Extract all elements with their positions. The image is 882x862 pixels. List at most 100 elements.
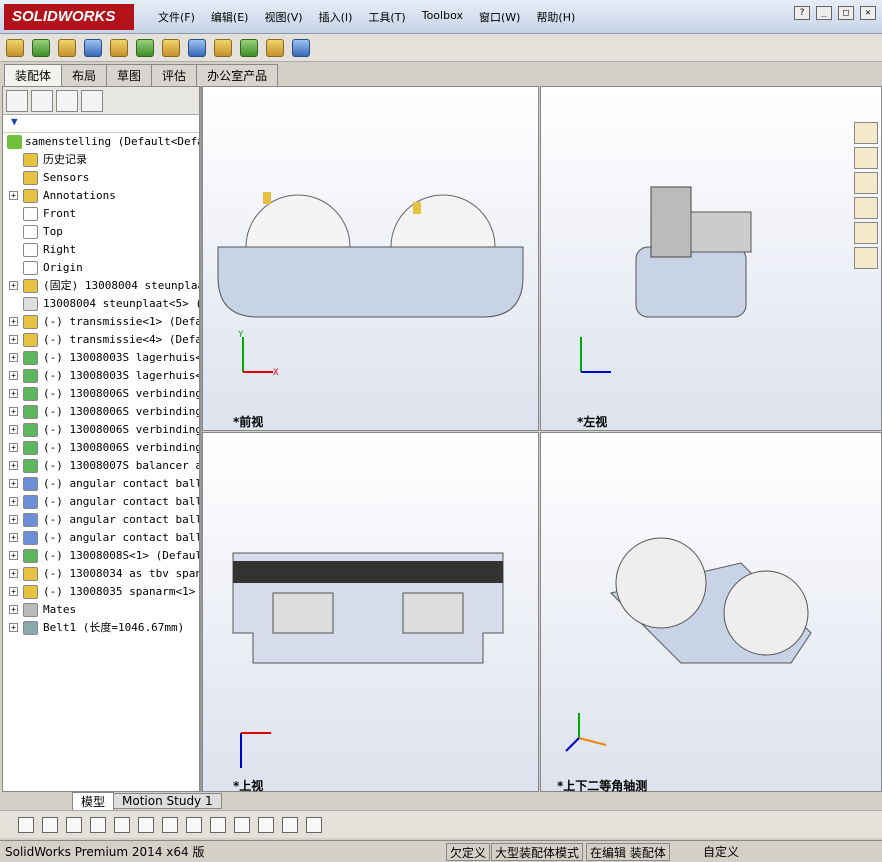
move-component-icon[interactable] <box>110 38 128 57</box>
viewport-top[interactable]: *上视 <box>202 432 539 793</box>
circle-icon[interactable] <box>66 816 82 833</box>
spline-icon[interactable] <box>186 816 202 833</box>
exploded-view-icon[interactable] <box>266 38 284 57</box>
expand-icon[interactable]: + <box>9 317 18 326</box>
tree-item[interactable]: Right <box>3 241 199 259</box>
status-custom[interactable]: 自定义 <box>700 843 743 861</box>
expand-icon[interactable]: + <box>9 587 18 596</box>
display-manager-tab[interactable] <box>81 90 103 112</box>
show-hidden-icon[interactable] <box>136 38 154 57</box>
tree-item[interactable]: + (-) angular contact ball b <box>3 475 199 493</box>
appearances-icon[interactable] <box>854 222 878 244</box>
tree-item[interactable]: Sensors <box>3 169 199 187</box>
tree-item[interactable]: + (-) 13008006S verbindingst <box>3 439 199 457</box>
tab-layout[interactable]: 布局 <box>61 64 108 87</box>
minimize-button[interactable]: _ <box>816 6 832 20</box>
tree-item[interactable]: + (-) 13008003S lagerhuis<2> <box>3 367 199 385</box>
design-library-icon[interactable] <box>854 147 878 169</box>
solidworks-resources-icon[interactable] <box>854 122 878 144</box>
tab-model[interactable]: 模型 <box>72 791 115 811</box>
tree-item[interactable]: + (-) angular contact ball b <box>3 493 199 511</box>
tree-item[interactable]: + (-) 13008003S lagerhuis<1> <box>3 349 199 367</box>
expand-icon[interactable]: + <box>9 623 18 632</box>
insert-component-icon[interactable] <box>6 38 24 57</box>
feature-manager-tab[interactable] <box>6 90 28 112</box>
viewport-left[interactable]: *左视 <box>540 86 882 431</box>
expand-icon[interactable]: + <box>9 605 18 614</box>
warning-icon[interactable] <box>18 816 34 833</box>
new-motion-study-icon[interactable] <box>214 38 232 57</box>
tab-assembly[interactable]: 装配体 <box>4 64 63 87</box>
expand-icon[interactable]: + <box>9 533 18 542</box>
mate-icon[interactable] <box>32 38 50 57</box>
expand-icon[interactable]: + <box>9 335 18 344</box>
tree-item[interactable]: + (-) angular contact ball b <box>3 529 199 547</box>
tree-item[interactable]: + (固定) 13008004 steunplaat <box>3 277 199 295</box>
tree-item[interactable]: + Annotations <box>3 187 199 205</box>
expand-icon[interactable]: + <box>9 479 18 488</box>
menu-tools[interactable]: 工具(T) <box>360 9 413 25</box>
filter-icon[interactable]: ▼ <box>3 115 199 133</box>
expand-icon[interactable]: + <box>9 515 18 524</box>
grid-icon[interactable] <box>234 816 250 833</box>
help-icon[interactable]: ? <box>794 6 810 20</box>
tree-item[interactable]: + (-) transmissie<4> (Defaul <box>3 331 199 349</box>
tree-item[interactable]: Origin <box>3 259 199 277</box>
tree-item[interactable]: + (-) angular contact ball b <box>3 511 199 529</box>
expand-icon[interactable]: + <box>9 281 18 290</box>
menu-edit[interactable]: 编辑(E) <box>203 9 257 25</box>
file-explorer-icon[interactable] <box>854 172 878 194</box>
expand-icon[interactable]: + <box>9 371 18 380</box>
line-icon[interactable] <box>90 816 106 833</box>
expand-icon[interactable]: + <box>9 551 18 560</box>
view-cube-icon[interactable] <box>258 816 274 833</box>
expand-icon[interactable]: + <box>9 407 18 416</box>
mirror-icon[interactable] <box>210 816 226 833</box>
tab-evaluate[interactable]: 评估 <box>151 64 198 87</box>
viewport-front[interactable]: YX *前视 <box>202 86 539 431</box>
linear-pattern-icon[interactable] <box>58 38 76 57</box>
tree-item[interactable]: 历史记录 <box>3 151 199 169</box>
view-palette-icon[interactable] <box>854 197 878 219</box>
tab-office-products[interactable]: 办公室产品 <box>196 64 279 87</box>
menu-file[interactable]: 文件(F) <box>150 9 203 25</box>
property-manager-tab[interactable] <box>31 90 53 112</box>
expand-icon[interactable]: + <box>9 425 18 434</box>
tree-item[interactable]: Top <box>3 223 199 241</box>
expand-icon[interactable]: + <box>9 461 18 470</box>
tab-motion-study[interactable]: Motion Study 1 <box>113 793 222 809</box>
tab-sketch[interactable]: 草图 <box>106 64 153 87</box>
viewport-isometric[interactable]: *上下二等角轴测 <box>540 432 882 793</box>
reference-geometry-icon[interactable] <box>188 38 206 57</box>
menu-toolbox[interactable]: Toolbox <box>414 9 471 25</box>
tree-item[interactable]: + (-) 13008007S balancer arm <box>3 457 199 475</box>
tree-item[interactable]: + (-) 13008035 spanarm<1> (I <box>3 583 199 601</box>
smart-fasteners-icon[interactable] <box>84 38 102 57</box>
point-icon[interactable] <box>42 816 58 833</box>
menu-view[interactable]: 视图(V) <box>256 9 310 25</box>
expand-icon[interactable]: + <box>9 191 18 200</box>
configuration-manager-tab[interactable] <box>56 90 78 112</box>
arc-icon[interactable] <box>162 816 178 833</box>
custom-properties-icon[interactable] <box>854 247 878 269</box>
table-icon[interactable] <box>306 816 322 833</box>
close-button[interactable]: ✕ <box>860 6 876 20</box>
bill-of-materials-icon[interactable] <box>240 38 258 57</box>
tree-item[interactable]: + Belt1 (长度=1046.67mm) <box>3 619 199 637</box>
expand-icon[interactable]: + <box>9 497 18 506</box>
tree-item[interactable]: 13008004 steunplaat<5> (zc <box>3 295 199 313</box>
instant3d-icon[interactable] <box>292 38 310 57</box>
expand-icon[interactable]: + <box>9 569 18 578</box>
menu-help[interactable]: 帮助(H) <box>528 9 583 25</box>
tree-item[interactable]: + (-) 13008008S<1> (Default) <box>3 547 199 565</box>
tree-root[interactable]: samenstelling (Default<Defau <box>3 133 199 151</box>
tree-item[interactable]: + (-) 13008006S verbindingst <box>3 403 199 421</box>
expand-icon[interactable]: + <box>9 443 18 452</box>
trim-icon[interactable] <box>114 816 130 833</box>
assembly-features-icon[interactable] <box>162 38 180 57</box>
menu-window[interactable]: 窗口(W) <box>471 9 528 25</box>
extend-icon[interactable] <box>138 816 154 833</box>
expand-icon[interactable]: + <box>9 353 18 362</box>
tree-item[interactable]: Front <box>3 205 199 223</box>
tree-item[interactable]: + (-) 13008006S verbindingst <box>3 421 199 439</box>
